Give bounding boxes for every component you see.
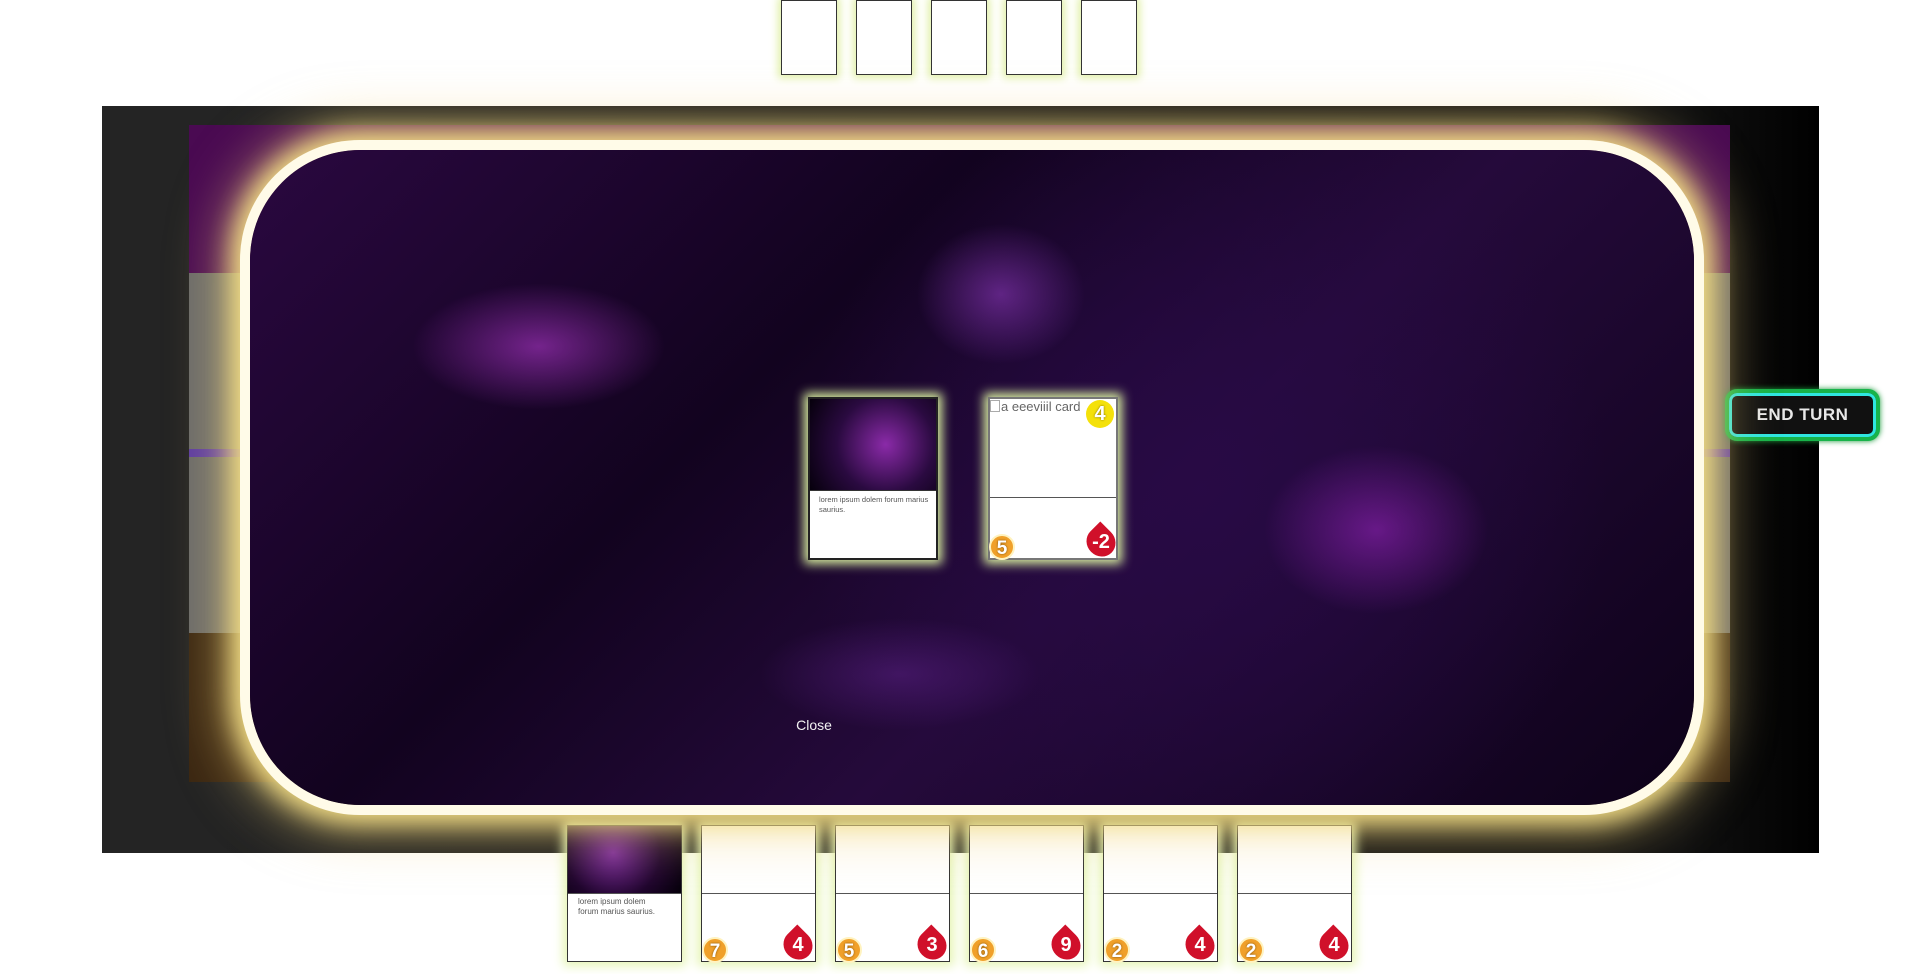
- hand-card[interactable]: 2 4: [1103, 825, 1221, 966]
- hand-card[interactable]: lorem ipsum dolem forum marius saurius.: [567, 825, 682, 962]
- cost-badge: 5: [836, 937, 862, 963]
- hand-card[interactable]: 7 4: [701, 825, 819, 966]
- card-text: lorem ipsum dolem forum marius saurius.: [578, 897, 655, 917]
- card-art: [836, 826, 949, 894]
- cost-badge: 2: [1238, 937, 1264, 963]
- health-badge: 4: [1313, 924, 1355, 966]
- cost-badge: 5: [989, 534, 1015, 560]
- card-image-alt: a eeeviiil card: [990, 399, 1081, 414]
- card-art: [1238, 826, 1351, 894]
- opponent-card: [1081, 0, 1137, 75]
- opponent-card: [856, 0, 912, 75]
- opponent-card: [1006, 0, 1062, 75]
- health-badge: 4: [1179, 924, 1221, 966]
- cost-badge: 2: [1104, 937, 1130, 963]
- hand-card[interactable]: 2 4: [1237, 825, 1355, 966]
- opponent-hand: [781, 0, 1137, 76]
- cost-badge: 7: [702, 937, 728, 963]
- card-art: [810, 399, 936, 491]
- health-badge: -2: [1080, 521, 1122, 563]
- close-button[interactable]: Close: [784, 717, 844, 733]
- health-value: 9: [1060, 934, 1072, 956]
- health-badge: 4: [777, 924, 819, 966]
- opponent-card: [781, 0, 837, 75]
- hand-card[interactable]: 6 9: [969, 825, 1087, 966]
- cost-badge: 6: [970, 937, 996, 963]
- card-divider: [990, 497, 1116, 498]
- card-preview-modal: lorem ipsum dolem forum marius saurius. …: [250, 150, 1694, 805]
- attack-badge: 4: [1086, 400, 1114, 428]
- player-hand: lorem ipsum dolem forum marius saurius. …: [567, 825, 1355, 966]
- broken-image-icon: [990, 400, 1000, 412]
- health-value: 4: [792, 934, 804, 956]
- card-art: [568, 826, 681, 894]
- health-badge: 3: [911, 924, 953, 966]
- card-art: [1104, 826, 1217, 894]
- card-art: [702, 826, 815, 894]
- modal-card[interactable]: a eeeviiil card 4 5 -2: [988, 397, 1122, 563]
- health-value: 4: [1194, 934, 1206, 956]
- card-text: lorem ipsum dolem forum marius saurius.: [819, 495, 929, 514]
- health-value: -2: [1092, 531, 1110, 553]
- end-turn-button[interactable]: END TURN: [1725, 389, 1880, 441]
- health-value: 4: [1328, 934, 1340, 956]
- health-value: 3: [926, 934, 938, 956]
- card-image-alt-text: a eeeviiil card: [1001, 399, 1081, 414]
- hand-card[interactable]: 5 3: [835, 825, 953, 966]
- card-art: [970, 826, 1083, 894]
- modal-card[interactable]: lorem ipsum dolem forum marius saurius.: [808, 397, 938, 560]
- opponent-card: [931, 0, 987, 75]
- health-badge: 9: [1045, 924, 1087, 966]
